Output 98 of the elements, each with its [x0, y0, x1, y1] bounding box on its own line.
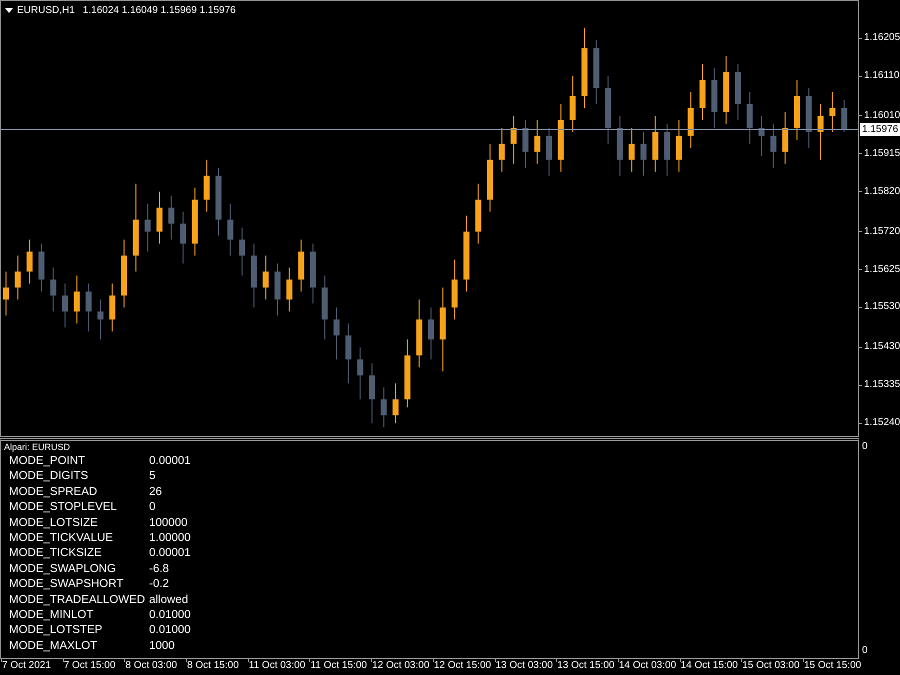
property-name: MODE_POINT: [9, 454, 86, 469]
symbol-label: EURUSD,H1: [17, 4, 75, 18]
price-tick-label: 1.15430: [864, 341, 900, 354]
current-price-label: 1.15976: [860, 123, 900, 136]
property-name: MODE_SWAPSHORT: [9, 577, 124, 592]
candlestick: [428, 306, 434, 360]
property-name: MODE_SWAPLONG: [9, 562, 117, 577]
property-value: 26: [149, 484, 163, 500]
property-value: -0.2: [149, 577, 170, 592]
property-value: 1000: [149, 638, 176, 654]
property-value: 1.00000: [149, 531, 192, 546]
candlestick: [334, 306, 340, 360]
price-tick-label: 1.15625: [864, 264, 900, 276]
time-tick-label: 15 Oct 03:00: [742, 659, 800, 673]
candlestick: [14, 255, 21, 300]
property-name: MODE_LOTSIZE: [9, 516, 99, 531]
candlestick: [522, 119, 528, 168]
property-name: MODE_MAXLOT: [9, 638, 98, 654]
property-value: 5: [149, 469, 157, 484]
candlestick: [841, 99, 848, 132]
candlestick: [368, 362, 375, 424]
candlestick: [180, 211, 186, 264]
candlestick: [628, 127, 635, 172]
candlestick: [357, 346, 364, 400]
candlestick: [676, 119, 682, 172]
candlestick: [286, 267, 292, 312]
price-tick-label: 1.15240: [864, 417, 900, 430]
property-value: -6.8: [149, 562, 170, 577]
ohlc-label: 1.16024 1.16049 1.15969 1.15976: [82, 4, 236, 18]
time-tick-label: 12 Oct 15:00: [434, 659, 492, 673]
time-tick-label: 11 Oct 15:00: [310, 659, 367, 673]
price-tick-label: 1.15915: [864, 148, 900, 160]
price-tick-label: 1.15820: [864, 186, 900, 198]
candlestick: [770, 123, 776, 168]
candlestick: [156, 191, 162, 244]
candlestick: [546, 127, 552, 176]
candlestick: [26, 239, 33, 284]
property-name: MODE_MINLOT: [9, 608, 94, 624]
price-tick-label: 1.16110: [864, 70, 900, 82]
property-value: allowed: [149, 592, 190, 608]
property-name: MODE_SPREAD: [9, 484, 98, 500]
scale-label: 0: [862, 440, 869, 454]
time-tick-label: 12 Oct 03:00: [372, 659, 430, 673]
candlestick: [97, 299, 104, 340]
property-value: 0: [149, 500, 157, 516]
property-name: MODE_DIGITS: [9, 469, 90, 484]
candlestick: [62, 283, 68, 328]
property-name: MODE_LOTSTEP: [9, 623, 104, 638]
candlestick: [239, 227, 246, 276]
candlestick: [570, 76, 576, 132]
price-tick-label: 1.15530: [864, 301, 900, 314]
candlestick: [168, 195, 174, 240]
property-name: MODE_TRADEALLOWED: [9, 592, 146, 608]
candlestick: [498, 127, 505, 172]
property-value: 0.01000: [149, 623, 192, 638]
candlestick: [86, 283, 92, 332]
candlestick: [782, 111, 788, 164]
time-tick-label: 15 Oct 15:00: [804, 659, 862, 673]
candlestick: [144, 203, 151, 252]
property-value: 0.01000: [149, 608, 192, 624]
property-value: 100000: [149, 516, 188, 531]
dropdown-triangle-icon[interactable]: [5, 8, 13, 13]
candlestick: [510, 115, 517, 164]
candlestick: [380, 386, 387, 428]
candlestick: [392, 382, 399, 424]
property-value: 0.00001: [149, 546, 192, 562]
candlestick: [109, 283, 116, 332]
price-tick-label: 1.15335: [864, 379, 900, 392]
price-tick-label: 1.15720: [864, 226, 900, 238]
candlestick: [204, 159, 210, 212]
candlestick: [818, 103, 824, 160]
property-value: 0.00001: [149, 454, 192, 469]
time-tick-label: 14 Oct 03:00: [618, 659, 676, 673]
time-tick-label: 8 Oct 15:00: [187, 659, 239, 673]
property-name: MODE_STOPLEVEL: [9, 500, 118, 516]
candlestick: [345, 322, 352, 384]
time-tick-label: 13 Oct 03:00: [496, 659, 553, 673]
candlestick: [534, 119, 540, 164]
time-tick-label: 7 Oct 2021: [2, 659, 51, 673]
time-tick-label: 14 Oct 15:00: [680, 659, 738, 673]
price-tick-label: 1.16205: [864, 32, 900, 44]
scale-label: 0: [862, 644, 869, 658]
time-tick-label: 7 Oct 15:00: [64, 659, 116, 673]
candlestick: [640, 131, 646, 176]
candlestick: [3, 271, 9, 316]
candlestick: [74, 275, 80, 324]
candlestick: [50, 267, 56, 312]
time-tick-label: 8 Oct 03:00: [125, 659, 178, 673]
candlestick: [829, 91, 836, 132]
indicator-title: Alpari: EURUSD: [4, 441, 72, 454]
price-tick-label: 1.16010: [864, 110, 900, 122]
candlestick: [262, 255, 269, 300]
candlestick: [746, 91, 753, 144]
candlestick: [227, 203, 234, 256]
property-name: MODE_TICKVALUE: [9, 531, 114, 546]
time-tick-label: 13 Oct 15:00: [557, 659, 614, 673]
property-name: MODE_TICKSIZE: [9, 546, 103, 562]
time-tick-label: 11 Oct 03:00: [248, 659, 306, 673]
